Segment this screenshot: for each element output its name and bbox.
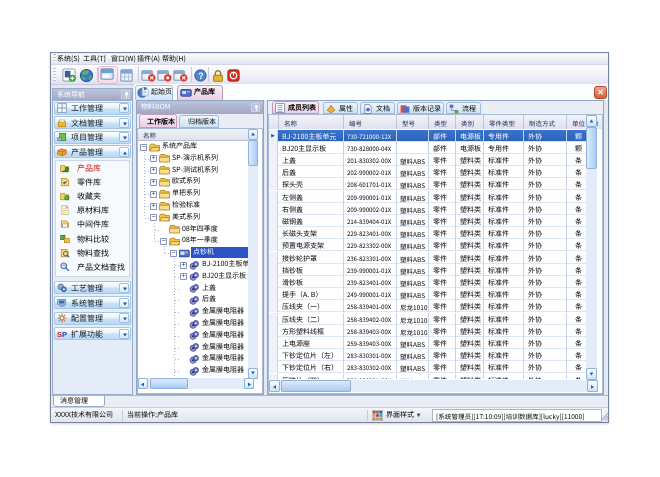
- svg-text:S: S: [57, 330, 62, 339]
- svg-text:?: ?: [198, 71, 203, 81]
- svg-text:P: P: [62, 330, 67, 339]
